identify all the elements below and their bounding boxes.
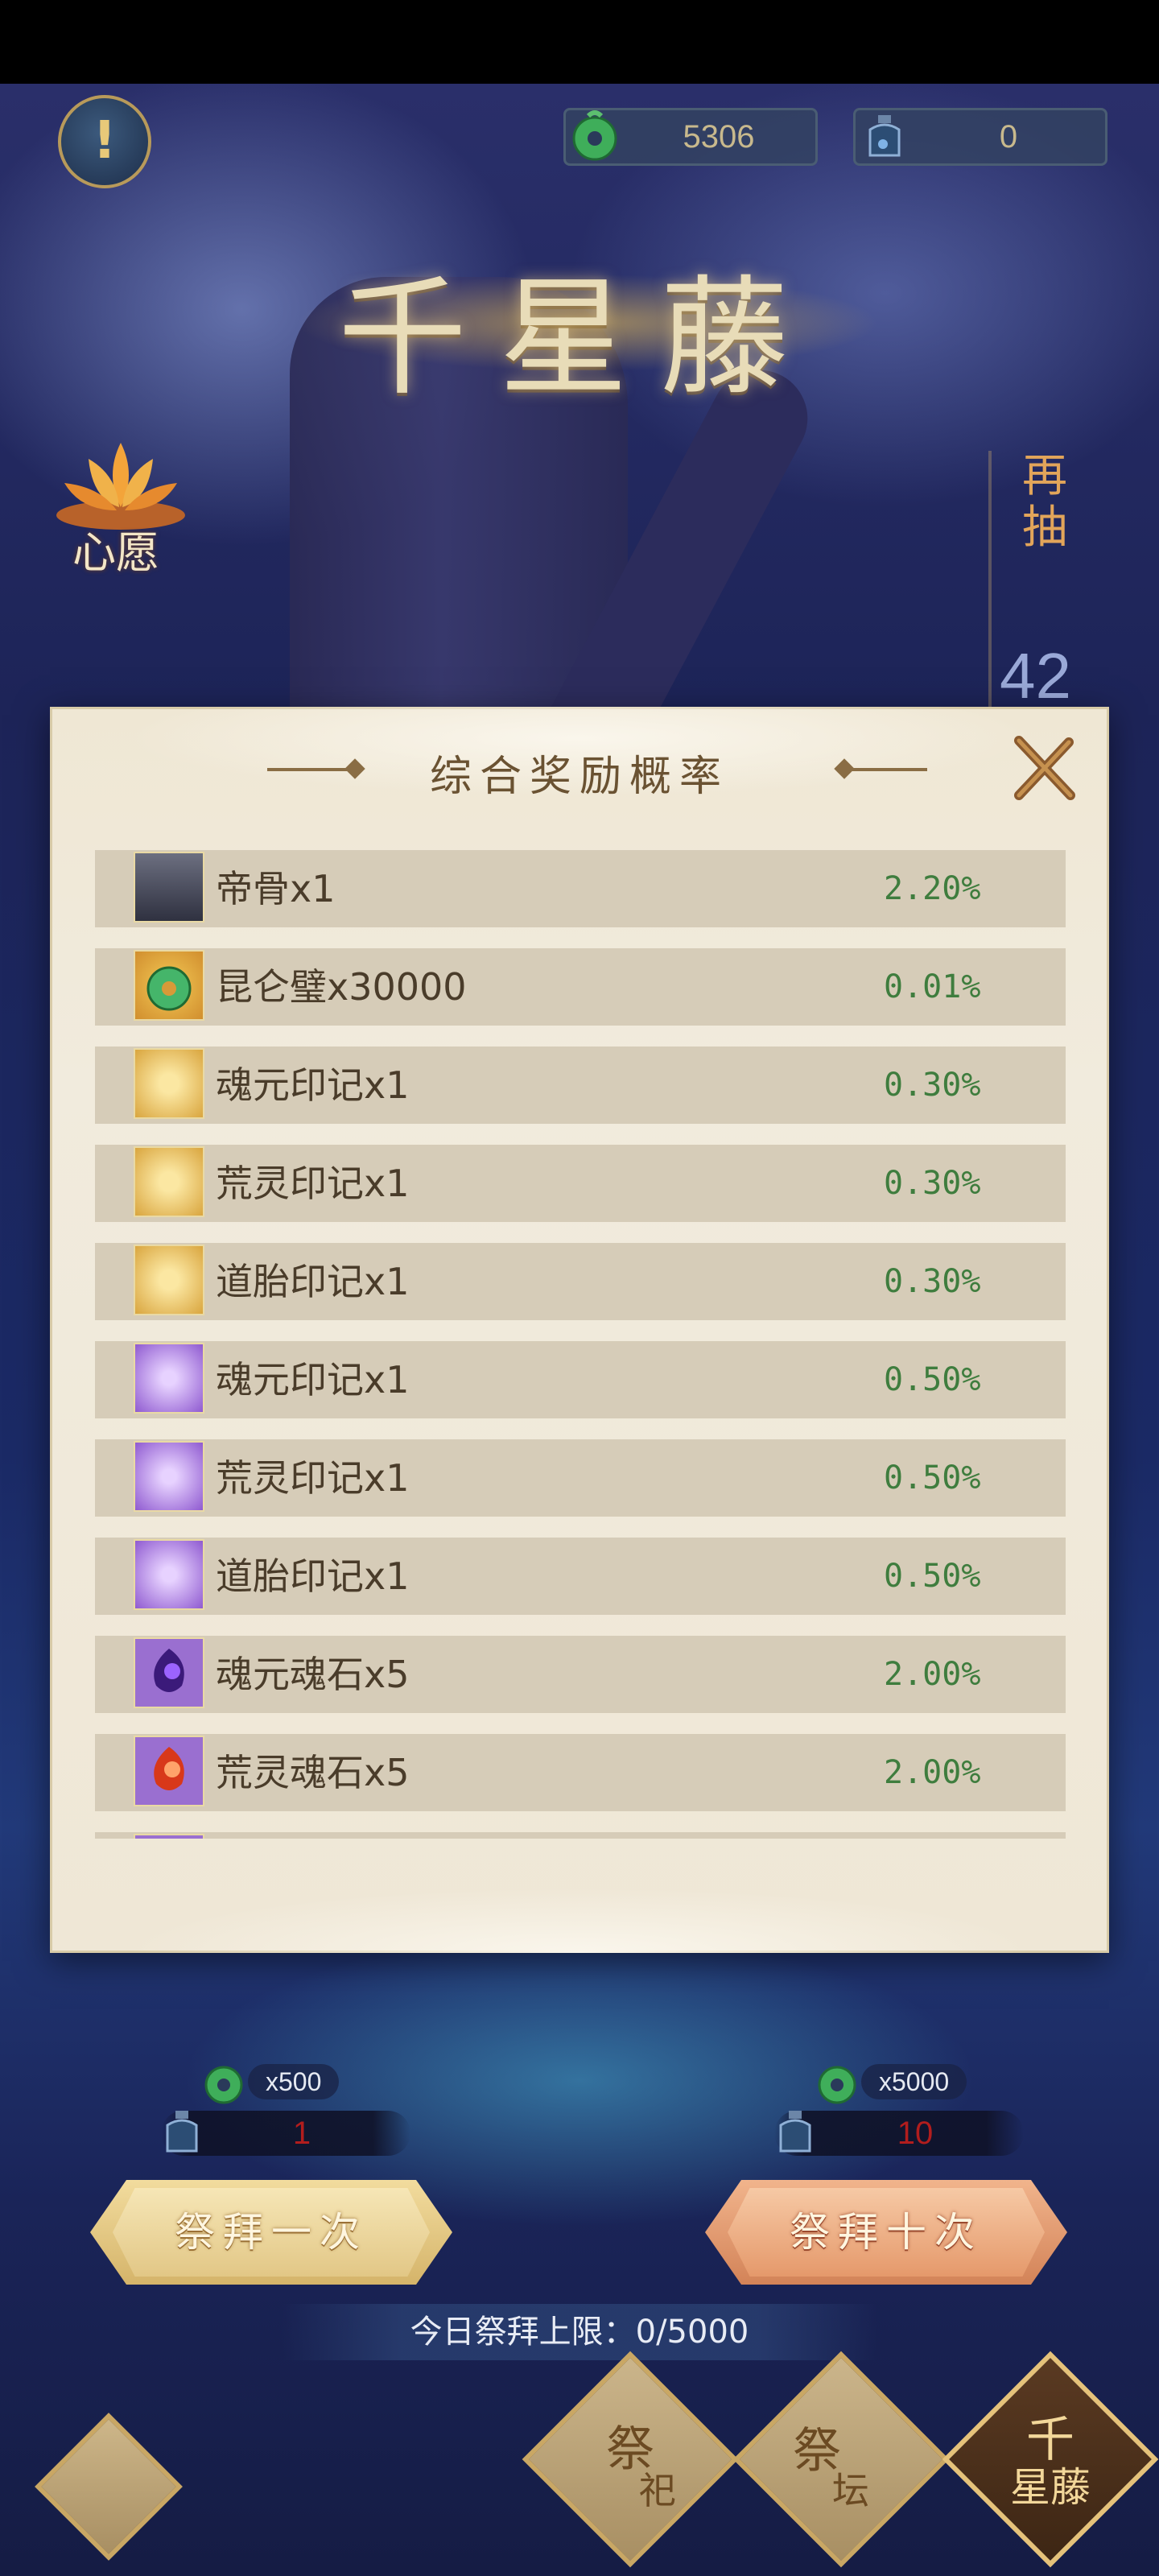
list-item-partial [95, 1832, 1066, 1839]
item-name: 魂元印记x1 [216, 1063, 410, 1107]
pray-ten-cost: x5000 [813, 2059, 1014, 2104]
list-item: 魂元印记x1 0.50% [95, 1341, 1066, 1418]
tab-altar-label-2: 坛 [832, 2469, 869, 2512]
wish-label: 心愿 [72, 527, 159, 578]
jade-disc-icon [134, 950, 204, 1021]
character-portrait-icon [134, 852, 204, 923]
jade-disc-icon [200, 2059, 248, 2107]
ink-bottle-icon [852, 104, 917, 168]
list-item: 魂元魂石x5 2.00% [95, 1636, 1066, 1713]
item-name: 荒灵印记x1 [216, 1456, 410, 1500]
list-item: 荒灵魂石x5 2.00% [95, 1734, 1066, 1811]
list-item: 帝骨x1 2.20% [95, 850, 1066, 927]
ink-amount: 0 [999, 119, 1018, 155]
item-name: 魂元魂石x5 [216, 1653, 410, 1696]
list-item: 昆仑璧x30000 0.01% [95, 948, 1066, 1026]
list-item: 荒灵印记x1 0.50% [95, 1439, 1066, 1517]
item-name: 道胎印记x1 [216, 1260, 410, 1303]
dialog-title: 综合奖励概率 [429, 753, 729, 801]
pray-one-ink-cost: 1 [161, 2111, 410, 2156]
red-soul-stone-icon [134, 1736, 204, 1806]
list-item: 魂元印记x1 0.30% [95, 1046, 1066, 1124]
pray-one-cost: x500 [200, 2059, 377, 2104]
item-name: 昆仑璧x30000 [216, 965, 467, 1009]
reward-list[interactable]: 帝骨x1 2.20% 昆仑璧x30000 0.01% 魂元印记x1 0.30% … [95, 850, 1066, 1839]
purple-seal-feather-icon [134, 1539, 204, 1610]
item-rate: 0.50% [884, 1361, 981, 1398]
pray-once-label: 祭拜一次 [175, 2209, 368, 2256]
item-name: 荒灵魂石x5 [216, 1751, 410, 1794]
pray-ten-button[interactable]: 祭拜十次 [705, 2180, 1067, 2285]
tab-qianxingteng-label-2: 星藤 [1010, 2464, 1091, 2511]
list-item: 道胎印记x1 0.30% [95, 1243, 1066, 1320]
list-item: 荒灵印记x1 0.30% [95, 1145, 1066, 1222]
item-rate: 2.00% [884, 1656, 981, 1693]
pray-one-ink-count: 1 [292, 2116, 311, 2151]
tab-sacrifice-label-2: 祀 [639, 2469, 676, 2512]
ink-bottle-icon [156, 2106, 208, 2157]
page-title: 千星藤 [337, 262, 821, 413]
list-item: 道胎印记x1 0.50% [95, 1538, 1066, 1615]
gold-seal-feather-icon [134, 1048, 204, 1119]
gold-seal-feather-icon [134, 1245, 204, 1315]
gold-seal-feather-icon [134, 1146, 204, 1217]
close-icon [1014, 736, 1075, 800]
item-rate: 0.30% [884, 1165, 981, 1202]
item-rate: 0.50% [884, 1459, 981, 1496]
draw-again-label: 再抽 [1022, 450, 1067, 554]
item-name: 帝骨x1 [216, 867, 336, 910]
pray-one-cost-label: x500 [248, 2064, 340, 2099]
ink-bottle-icon [769, 2106, 821, 2157]
daily-limit-banner: 今日祭拜上限：0/5000 [282, 2304, 877, 2360]
item-rate: 0.01% [884, 968, 981, 1005]
item-name: 魂元印记x1 [216, 1358, 410, 1402]
pray-ten-ink-cost: 10 [774, 2111, 1024, 2156]
reward-probability-dialog: 综合奖励概率 帝骨x1 2.20% 昆仑璧x30000 0.01% 魂元印记x1… [50, 707, 1109, 1953]
pray-ten-label: 祭拜十次 [790, 2209, 983, 2256]
help-button[interactable]: ! [58, 95, 151, 188]
item-rate: 0.30% [884, 1067, 981, 1104]
jade-currency-bar: 5306 [563, 108, 818, 166]
draw-again-counter: 再抽 42 [988, 450, 1085, 712]
item-name: 荒灵印记x1 [216, 1162, 410, 1205]
close-button[interactable] [1008, 731, 1080, 803]
wish-button[interactable]: 心愿 [48, 427, 209, 668]
draw-again-count: 42 [1000, 640, 1071, 712]
item-rate: 2.00% [884, 1754, 981, 1791]
item-name: 道胎印记x1 [216, 1554, 410, 1598]
pray-once-button[interactable]: 祭拜一次 [90, 2180, 452, 2285]
item-rate: 0.50% [884, 1558, 981, 1595]
item-rate: 2.20% [884, 870, 981, 907]
item-rate: 0.30% [884, 1263, 981, 1300]
jade-amount: 5306 [683, 119, 755, 155]
purple-soul-stone-icon [134, 1637, 204, 1708]
purple-seal-feather-icon [134, 1441, 204, 1512]
ink-currency-bar: 0 [853, 108, 1107, 166]
jade-disc-icon [813, 2059, 861, 2107]
jade-disc-icon [563, 104, 627, 168]
status-bar [0, 0, 1159, 84]
blue-soul-stone-icon [134, 1834, 204, 1839]
purple-seal-feather-icon [134, 1343, 204, 1414]
pray-ten-cost-label: x5000 [861, 2064, 967, 2099]
pray-ten-ink-count: 10 [897, 2116, 934, 2151]
